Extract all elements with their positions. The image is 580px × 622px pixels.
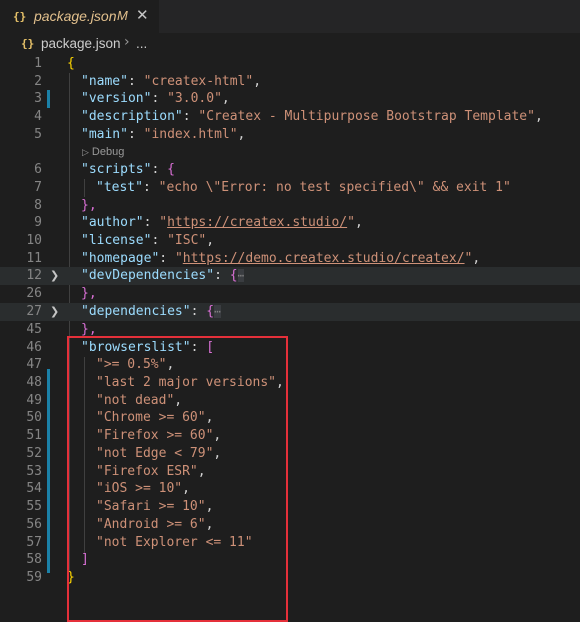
- line-number: 7: [34, 180, 42, 195]
- code-line: 1 {: [0, 55, 580, 73]
- json-key: "homepage": [81, 251, 160, 266]
- json-key: "test": [96, 180, 143, 195]
- tab-package-json[interactable]: {} package.json M ✕: [0, 0, 159, 33]
- line-number: 6: [34, 162, 42, 177]
- code-line: 8 },: [0, 197, 580, 215]
- json-value: "3.0.0": [167, 91, 222, 106]
- json-key: "main": [81, 127, 128, 142]
- line-number: 3: [34, 91, 42, 106]
- code-line: 6 "scripts": {: [0, 161, 580, 179]
- json-key: "version": [81, 91, 152, 106]
- tab-bar: {} package.json M ✕: [0, 0, 580, 33]
- code-text: },: [81, 286, 97, 301]
- code-line: 12 ❯ "devDependencies": {⋯: [0, 267, 580, 285]
- breadcrumb: {} package.json › ...: [0, 33, 580, 55]
- line-number: 49: [26, 393, 42, 408]
- line-number: 54: [26, 481, 42, 496]
- line-number: 26: [26, 286, 42, 301]
- line-number: 1: [34, 56, 42, 71]
- json-value: "createx-html": [143, 74, 254, 89]
- json-value: "echo \"Error: no test specified\" && ex…: [158, 180, 511, 195]
- chevron-right-icon[interactable]: ❯: [50, 267, 59, 285]
- close-icon[interactable]: ✕: [136, 6, 149, 24]
- chevron-right-icon: ›: [124, 34, 130, 50]
- json-key: "license": [81, 233, 152, 248]
- line-number: 12: [26, 268, 42, 283]
- line-number: 51: [26, 428, 42, 443]
- line-number: 47: [26, 357, 42, 372]
- debug-label: Debug: [91, 146, 125, 158]
- code-line: 2 "name": "createx-html",: [0, 73, 580, 91]
- json-file-icon: {}: [13, 10, 27, 23]
- json-key: "name": [81, 74, 128, 89]
- code-text: },: [81, 198, 97, 213]
- json-value: {: [167, 162, 175, 177]
- line-number: 48: [26, 375, 42, 390]
- play-icon: ▷: [82, 147, 89, 157]
- chevron-right-icon[interactable]: ❯: [50, 303, 59, 321]
- code-line: 26 },: [0, 285, 580, 303]
- modified-indicator: M: [117, 8, 128, 23]
- line-number: 9: [34, 215, 42, 230]
- code-line: 27 ❯ "dependencies": {⋯: [0, 303, 580, 321]
- code-line: 4 "description": "Createx - Multipurpose…: [0, 108, 580, 126]
- json-key: "scripts": [81, 162, 152, 177]
- line-number: 52: [26, 446, 42, 461]
- line-number: 46: [26, 340, 42, 355]
- code-line: 9 "author": "https://createx.studio/",: [0, 214, 580, 232]
- json-value: {: [229, 268, 238, 283]
- debug-codelens[interactable]: ▷ Debug: [82, 145, 124, 159]
- line-number: 27: [26, 304, 42, 319]
- code-line: 10 "license": "ISC",: [0, 232, 580, 250]
- line-number: 10: [26, 233, 42, 248]
- breadcrumb-more[interactable]: ...: [136, 36, 147, 51]
- tab-label: package.json: [34, 8, 117, 24]
- json-key: "author": [81, 215, 144, 230]
- json-value: "ISC": [167, 233, 207, 248]
- line-number: 5: [34, 127, 42, 142]
- json-value: {: [206, 304, 215, 319]
- line-number: 4: [34, 109, 42, 124]
- breadcrumb-file[interactable]: package.json: [41, 36, 121, 51]
- json-key: "devDependencies": [81, 268, 215, 283]
- code-line: 3 "version": "3.0.0",: [0, 90, 580, 108]
- folded-ellipsis[interactable]: ⋯: [214, 305, 221, 318]
- line-number: 2: [34, 74, 42, 89]
- line-number: 56: [26, 517, 42, 532]
- line-number: 57: [26, 535, 42, 550]
- folded-ellipsis[interactable]: ⋯: [237, 269, 245, 282]
- line-number: 55: [26, 499, 42, 514]
- json-value: "index.html": [143, 127, 238, 142]
- code-editor[interactable]: 1 { 2 "name": "createx-html", 3 "version…: [0, 55, 580, 622]
- code-line: 7 "test": "echo \"Error: no test specifi…: [0, 179, 580, 197]
- json-file-icon: {}: [21, 37, 35, 50]
- url-link[interactable]: https://createx.studio/: [167, 215, 347, 230]
- json-key: "description": [81, 109, 183, 124]
- highlight-annotation-box: [67, 336, 288, 622]
- line-number: 59: [26, 570, 42, 585]
- url-link[interactable]: https://demo.createx.studio/createx/: [183, 251, 465, 266]
- line-number: 11: [26, 251, 42, 266]
- line-number: 45: [26, 322, 42, 337]
- json-key: "dependencies": [81, 304, 191, 319]
- code-text: {: [67, 56, 75, 71]
- line-number: 53: [26, 464, 42, 479]
- code-line: 11 "homepage": "https://demo.createx.stu…: [0, 250, 580, 268]
- line-number: 8: [34, 198, 42, 213]
- json-value: "Createx - Multipurpose Bootstrap Templa…: [198, 109, 535, 124]
- code-line: 5 "main": "index.html",: [0, 126, 580, 144]
- line-number: 50: [26, 410, 42, 425]
- line-number: 58: [26, 552, 42, 567]
